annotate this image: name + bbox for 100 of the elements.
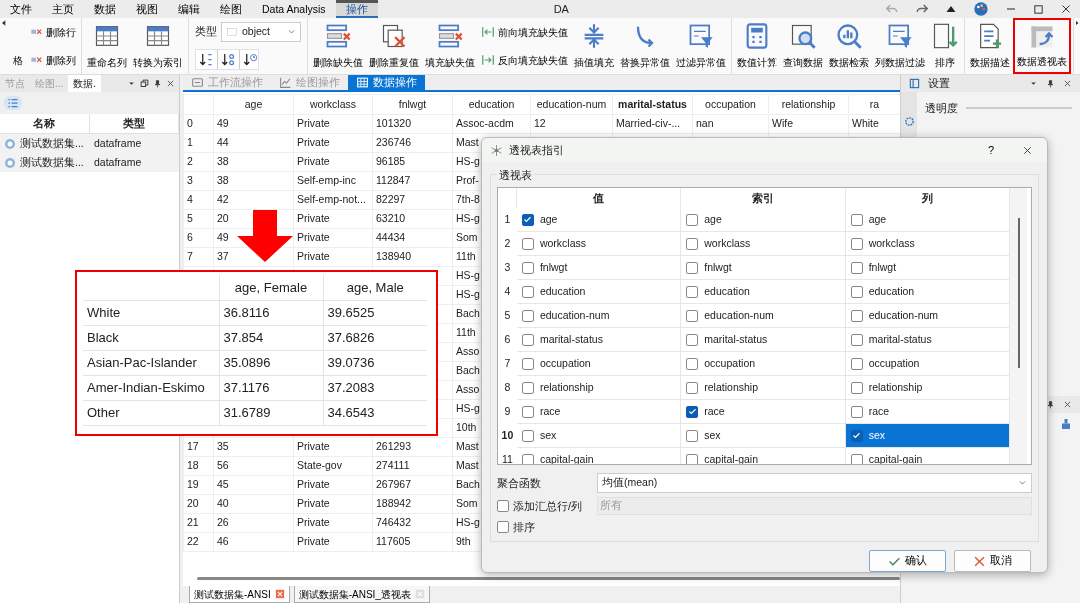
toolbar-button[interactable]: 填充缺失值 (422, 18, 478, 74)
toolbar-button[interactable]: 删除行 (26, 22, 79, 42)
checkbox[interactable] (686, 285, 699, 298)
grid-cell[interactable]: education-num (681, 304, 846, 328)
menu-tab[interactable]: Data Analysis (252, 0, 336, 18)
document-tab[interactable]: 测试数据集-ANSI (189, 586, 290, 603)
grid-cell[interactable]: education (516, 280, 682, 304)
checkbox[interactable] (521, 429, 534, 442)
grid-cell[interactable]: workclass (681, 232, 846, 256)
toolbar-button[interactable]: 数据检索 (826, 18, 872, 74)
column-header[interactable]: marital-status (612, 94, 693, 115)
type-dropdown[interactable]: object (221, 21, 301, 42)
scrollbar[interactable] (197, 577, 900, 580)
checkbox[interactable] (686, 237, 699, 250)
toolbar-button[interactable]: 格 (10, 51, 26, 74)
grid-cell[interactable]: relationship (516, 376, 682, 400)
menu-tab[interactable]: 视图 (126, 0, 168, 18)
close-icon[interactable] (1060, 3, 1072, 15)
grid-cell[interactable]: education (681, 280, 846, 304)
slider-track[interactable] (966, 107, 1072, 110)
checkbox[interactable] (521, 405, 534, 418)
toolbar-button[interactable]: 排序 (928, 18, 962, 74)
toolbar-button[interactable]: 删除缺失值 (310, 18, 366, 74)
menu-tab[interactable]: 绘图 (210, 0, 252, 18)
pin-icon[interactable] (1046, 399, 1055, 410)
checkbox[interactable] (521, 237, 534, 250)
close-icon[interactable] (1063, 400, 1072, 409)
confirm-button[interactable]: 确认 (869, 550, 946, 572)
close-icon[interactable] (166, 79, 175, 88)
pin-icon[interactable] (153, 78, 162, 89)
panel-tab[interactable]: 数据. (68, 75, 102, 92)
toolbar-button[interactable]: 转换为索引 (130, 18, 186, 74)
checkbox[interactable] (850, 453, 863, 464)
grid-cell[interactable]: fnlwgt (845, 256, 1010, 280)
restore-icon[interactable] (140, 79, 149, 88)
grid-cell[interactable]: education (845, 280, 1010, 304)
column-header[interactable]: education-num (530, 94, 613, 115)
checkbox[interactable] (521, 381, 534, 394)
grid-cell[interactable]: relationship (845, 376, 1010, 400)
list-view-button[interactable] (4, 96, 22, 110)
grid-cell[interactable]: sex (845, 424, 1010, 448)
checkbox[interactable] (686, 333, 699, 346)
toolbar-button[interactable]: 重命名列 (84, 18, 130, 74)
menu-tab[interactable]: 文件 (0, 0, 42, 18)
grid-cell[interactable]: fnlwgt (516, 256, 682, 280)
column-header[interactable]: workclass (293, 94, 373, 115)
toolbar-button[interactable]: 数值计算 (734, 18, 780, 74)
scroll-left-icon[interactable] (0, 18, 8, 28)
checkbox[interactable] (850, 405, 863, 418)
checkbox[interactable] (850, 285, 863, 298)
grid-cell[interactable]: race (681, 400, 846, 424)
toolbar-button[interactable]: 列数据过滤 (872, 18, 928, 74)
checkbox[interactable] (521, 453, 534, 464)
checkbox[interactable] (521, 309, 534, 322)
column-header[interactable]: occupation (692, 94, 769, 115)
toolbar-button[interactable]: 删除列 (26, 50, 79, 70)
toolbar-button[interactable]: 数据描述 (967, 18, 1013, 74)
checkbox[interactable] (521, 357, 534, 370)
toolbar-button[interactable]: 删除重复值 (366, 18, 422, 74)
checkbox[interactable] (686, 381, 699, 394)
checkbox[interactable] (686, 261, 699, 274)
checkbox[interactable] (521, 285, 534, 298)
aggregation-dropdown[interactable]: 均值(mean) (597, 473, 1032, 493)
checkbox[interactable] (850, 357, 863, 370)
grid-cell[interactable]: age (516, 208, 682, 232)
grid-cell[interactable]: workclass (845, 232, 1010, 256)
checkbox[interactable] (850, 381, 863, 394)
menu-tab[interactable]: 数据 (84, 0, 126, 18)
grid-cell[interactable]: education-num (516, 304, 682, 328)
checkbox[interactable] (686, 453, 699, 464)
grid-cell[interactable]: relationship (681, 376, 846, 400)
checkbox[interactable] (686, 357, 699, 370)
grid-cell[interactable]: sex (516, 424, 682, 448)
grid-cell[interactable]: sex (681, 424, 846, 448)
checkbox[interactable] (850, 261, 863, 274)
column-header[interactable]: education (452, 94, 531, 115)
checkbox[interactable] (686, 429, 699, 442)
grid-cell[interactable]: fnlwgt (681, 256, 846, 280)
toolbar-button[interactable]: 替换异常值 (617, 18, 673, 74)
dataset-name[interactable]: 测试数据集... (20, 154, 84, 171)
close-icon[interactable] (1063, 78, 1072, 88)
checkbox[interactable] (686, 405, 699, 418)
menu-tab[interactable]: 主页 (42, 0, 84, 18)
toolbar-button[interactable]: 数据透视表 (1013, 18, 1071, 74)
toolbar-button[interactable]: 反向填充缺失值 (478, 50, 571, 70)
menu-tab[interactable]: 操作 (335, 0, 378, 18)
menu-tab[interactable]: 编辑 (168, 0, 210, 18)
grid-cell[interactable]: age (681, 208, 846, 232)
toolbar-button[interactable]: 查询数据 (780, 18, 826, 74)
editor-tab[interactable]: 数据操作 (348, 75, 425, 90)
checkbox[interactable] (497, 521, 509, 533)
checkbox[interactable] (686, 213, 699, 226)
toolbar-button[interactable]: 过滤异常值 (673, 18, 729, 74)
checkbox[interactable] (521, 213, 534, 226)
close-icon[interactable] (1022, 144, 1033, 156)
grid-cell[interactable]: occupation (681, 352, 846, 376)
toolbar-button[interactable]: 插值填充 (571, 18, 617, 74)
checkbox[interactable] (850, 309, 863, 322)
button-group[interactable] (195, 49, 259, 71)
checkbox[interactable] (850, 213, 863, 226)
